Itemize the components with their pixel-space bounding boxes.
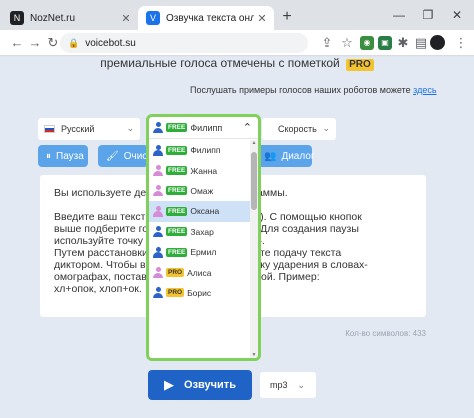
brush-icon: 🖌 bbox=[106, 150, 119, 162]
free-tag: FREE bbox=[166, 206, 188, 216]
scrollbar-thumb[interactable] bbox=[251, 152, 257, 210]
language-select[interactable]: Русский ⌄ bbox=[38, 118, 140, 140]
free-tag: FREE bbox=[166, 247, 188, 257]
voice-name: Омаж bbox=[190, 185, 214, 196]
share-icon[interactable]: ⇪ bbox=[318, 34, 336, 52]
extension-icon[interactable]: ◉ bbox=[360, 36, 374, 50]
char-counter: Кол-во символов: 433 bbox=[345, 329, 426, 338]
dialog-button[interactable]: 👥 Диалог bbox=[256, 145, 315, 167]
selected-voice: Филипп bbox=[190, 122, 223, 133]
close-tab-icon[interactable]: ✕ bbox=[254, 12, 270, 25]
free-tag: FREE bbox=[166, 145, 188, 155]
voice-option[interactable]: FREE Омаж bbox=[149, 181, 250, 201]
voice-select-header[interactable]: FREE Филипп ⌃ bbox=[149, 117, 258, 139]
chevron-down-icon: ⌄ bbox=[297, 379, 306, 390]
scroll-down-icon[interactable]: ▼ bbox=[250, 352, 258, 358]
voice-name: Оксана bbox=[190, 206, 220, 217]
free-tag: FREE bbox=[166, 166, 188, 176]
tab-voicebot[interactable]: V Озвучка текста онлайн, синтез ✕ bbox=[138, 6, 274, 30]
dialog-icon: 👥 bbox=[264, 150, 277, 162]
male-voice-icon bbox=[153, 287, 163, 299]
voice-name: Ермил bbox=[190, 247, 217, 258]
pause-icon: ⏸ bbox=[46, 150, 51, 162]
clear-button[interactable]: 🖌 Очист bbox=[98, 145, 152, 167]
voice-list-scrollbar[interactable]: ▲ ▼ bbox=[250, 140, 258, 358]
female-voice-icon bbox=[153, 185, 163, 197]
new-tab-button[interactable]: + bbox=[278, 9, 296, 27]
close-window-icon[interactable]: ✕ bbox=[446, 8, 468, 22]
free-tag: FREE bbox=[166, 186, 188, 196]
free-tag: FREE bbox=[166, 227, 188, 237]
format-select[interactable]: mp3 ⌄ bbox=[260, 372, 316, 398]
voice-dropdown[interactable]: FREE Филипп ⌃ FREE Филипп FREE Жанна FREE Ома… bbox=[146, 114, 261, 361]
voice-option[interactable]: PRO Алиса bbox=[149, 262, 250, 282]
samples-text: Послушать примеры голосов наших роботов … bbox=[190, 85, 411, 95]
bookmark-star-icon[interactable]: ☆ bbox=[338, 34, 356, 52]
speed-value: Скорость bbox=[278, 124, 317, 134]
samples-link[interactable]: здесь bbox=[413, 85, 436, 95]
voice-name: Алиса bbox=[187, 267, 212, 278]
male-voice-icon bbox=[153, 122, 163, 133]
lock-icon: 🔒 bbox=[68, 37, 80, 48]
format-value: mp3 bbox=[270, 380, 288, 390]
male-voice-icon bbox=[153, 144, 163, 156]
minimize-icon[interactable]: — bbox=[388, 8, 410, 22]
pro-badge: PRO bbox=[346, 59, 374, 71]
close-tab-icon[interactable]: ✕ bbox=[118, 12, 134, 25]
language-value: Русский bbox=[61, 124, 95, 134]
tab-noznet[interactable]: N NozNet.ru ✕ bbox=[10, 6, 138, 30]
voice-name: Захар bbox=[190, 226, 214, 237]
female-voice-icon bbox=[153, 267, 163, 279]
speak-button[interactable]: ▶ Озвучить bbox=[148, 370, 252, 400]
voice-name: Борис bbox=[187, 287, 212, 298]
female-voice-icon bbox=[153, 165, 163, 177]
speak-label: Озвучить bbox=[184, 379, 236, 391]
russia-flag-icon bbox=[44, 125, 55, 133]
pro-tag: PRO bbox=[166, 268, 185, 278]
menu-kebab-icon[interactable]: ⋮ bbox=[452, 34, 470, 52]
forward-arrow-icon[interactable]: → bbox=[26, 34, 44, 52]
voice-name: Жанна bbox=[190, 165, 218, 176]
url-text: voicebot.su bbox=[85, 37, 136, 49]
premium-note: премиальные голоса отмечены с пометкой P… bbox=[0, 57, 474, 71]
back-arrow-icon[interactable]: ← bbox=[8, 34, 26, 52]
browser-toolbar: ← → ↻ 🔒 voicebot.su ⇪ ☆ ◉ ▣ ✱ ▤ ⋮ bbox=[0, 30, 474, 56]
male-voice-icon bbox=[153, 226, 163, 238]
samples-line: Послушать примеры голосов наших роботов … bbox=[190, 85, 437, 95]
free-tag: FREE bbox=[166, 123, 188, 132]
voice-option[interactable]: FREE Жанна bbox=[149, 160, 250, 180]
puzzle-extensions-icon[interactable]: ✱ bbox=[394, 34, 412, 52]
tab-title: Озвучка текста онлайн, синтез bbox=[166, 12, 254, 24]
pause-label: Пауза bbox=[56, 150, 84, 162]
speed-select[interactable]: Скорость ⌄ bbox=[262, 118, 336, 140]
noznet-favicon-icon: N bbox=[10, 11, 24, 25]
address-bar[interactable]: 🔒 voicebot.su bbox=[60, 33, 308, 53]
premium-note-text: премиальные голоса отмечены с пометкой bbox=[100, 57, 340, 70]
voice-option[interactable]: PRO Борис bbox=[149, 283, 250, 303]
tab-title: NozNet.ru bbox=[30, 12, 76, 24]
voicebot-favicon-icon: V bbox=[146, 11, 160, 25]
avatar[interactable] bbox=[430, 35, 445, 50]
pro-tag: PRO bbox=[166, 288, 185, 298]
chevron-up-icon: ⌃ bbox=[242, 122, 252, 134]
voice-option[interactable]: FREE Оксана bbox=[149, 201, 250, 222]
female-voice-icon bbox=[153, 205, 163, 217]
voice-option[interactable]: FREE Филипп bbox=[149, 140, 250, 160]
voice-list: FREE Филипп FREE Жанна FREE Омаж FREE Оксана FRE… bbox=[149, 140, 250, 303]
play-icon: ▶ bbox=[164, 377, 175, 392]
voice-option[interactable]: FREE Захар bbox=[149, 222, 250, 242]
voice-name: Филипп bbox=[190, 145, 221, 156]
male-voice-icon bbox=[153, 246, 163, 258]
maximize-icon[interactable]: ❐ bbox=[417, 8, 439, 22]
dialog-label: Диалог bbox=[281, 150, 315, 162]
voicebot-page: премиальные голоса отмечены с пометкой P… bbox=[0, 57, 474, 418]
voice-option[interactable]: FREE Ермил bbox=[149, 242, 250, 262]
extension-icon[interactable]: ▣ bbox=[378, 36, 392, 50]
chevron-down-icon: ⌄ bbox=[126, 123, 134, 133]
scroll-up-icon[interactable]: ▲ bbox=[250, 140, 258, 146]
chevron-down-icon: ⌄ bbox=[322, 123, 330, 133]
pause-button[interactable]: ⏸ Пауза bbox=[38, 145, 88, 167]
sidepanel-icon[interactable]: ▤ bbox=[412, 34, 430, 52]
browser-tab-strip: N NozNet.ru ✕ V Озвучка текста онлайн, с… bbox=[0, 0, 474, 30]
